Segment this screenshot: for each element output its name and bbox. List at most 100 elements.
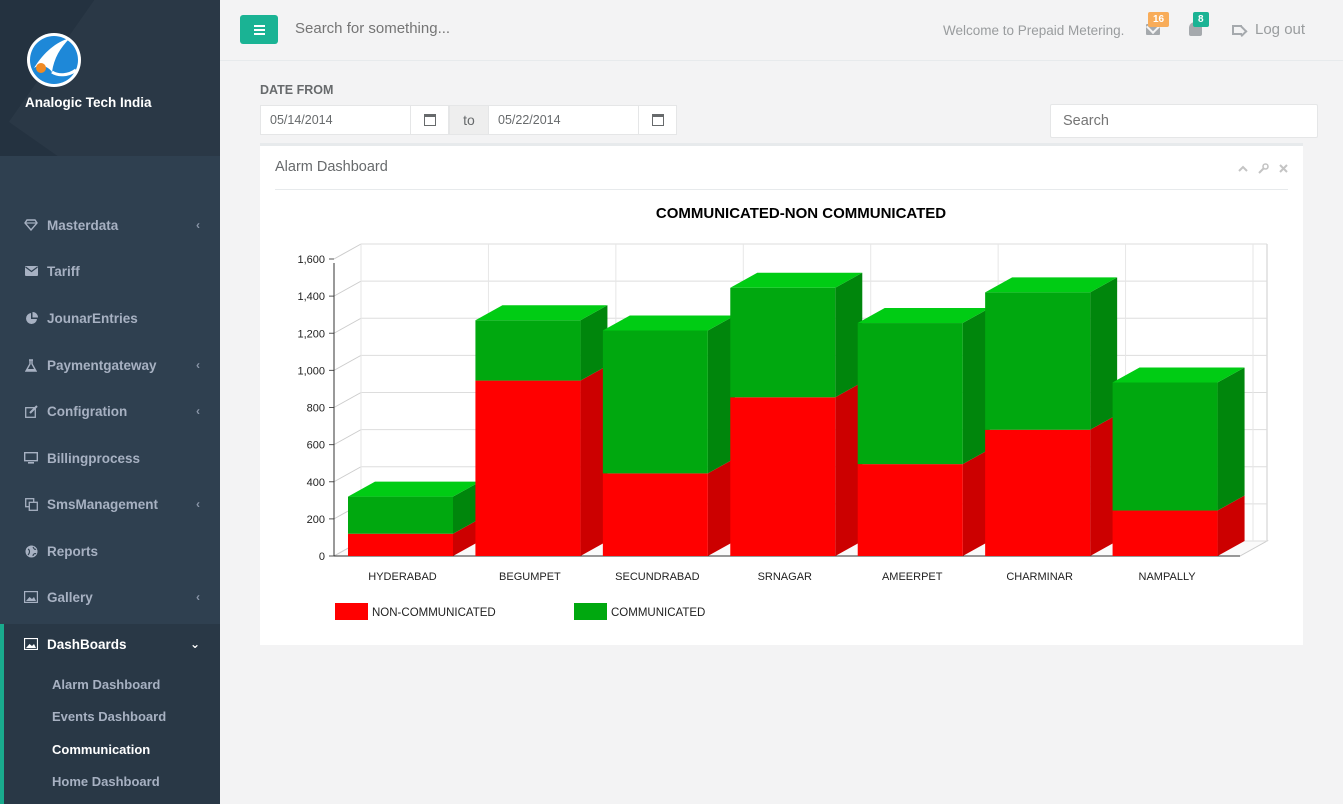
bar-non-communicated (348, 533, 453, 556)
x-tick-label: CHARMINAR (1006, 571, 1073, 583)
calendar-icon (423, 114, 436, 126)
bar-communicated (602, 330, 708, 474)
bar-non-communicated (985, 429, 1091, 556)
chevron-left-icon: ‹ (196, 590, 200, 604)
bar-non-communicated (475, 380, 581, 556)
sidebar-item-label: Billingprocess (47, 450, 141, 466)
sidebar-item-label: Tariff (47, 263, 80, 279)
chart-title: COMMUNICATED-NON COMMUNICATED (656, 205, 946, 222)
top-navbar: Welcome to Prepaid Metering. 16 8 Log ou… (220, 0, 1343, 61)
submenu-item-alarm-dashboard[interactable]: Alarm Dashboard (52, 677, 160, 692)
envelope-icon (24, 264, 38, 278)
gridline-side (333, 280, 362, 297)
y-tick-label: 200 (307, 514, 325, 526)
stacked-bar-chart: COMMUNICATED-NON COMMUNICATED 0 200 400 600 8… (297, 205, 1269, 620)
y-tick-label: 1,600 (297, 254, 325, 266)
y-tick-label: 1,400 (297, 291, 325, 303)
chevron-left-icon: ‹ (196, 218, 200, 232)
sidebar-item-label: Gallery (47, 589, 93, 605)
y-tick-label: 1,000 (297, 365, 325, 377)
sidebar-item-reports[interactable]: Reports (0, 531, 220, 571)
menu-toggle-button[interactable] (240, 15, 278, 44)
diamond-icon (24, 218, 38, 232)
gridline-side (333, 243, 362, 260)
top-search-input[interactable] (295, 20, 595, 37)
chevron-down-icon: ⌄ (189, 637, 200, 651)
bar-communicated (475, 320, 581, 381)
bar-communicated (985, 292, 1091, 430)
x-tick-label: SECUNDRABAD (615, 571, 699, 583)
x-tick-label: BEGUMPET (499, 571, 561, 583)
gridline-side (333, 317, 362, 334)
sidebar-item-masterdata[interactable]: Masterdata ‹ (0, 205, 220, 245)
bar-non-communicated (857, 464, 963, 556)
sign-out-icon[interactable] (1232, 25, 1242, 35)
calendar-icon (651, 114, 664, 126)
profile-header: Analogic Tech India (0, 0, 220, 156)
alert-count-badge: 8 (1193, 12, 1209, 27)
x-tick-label: AMEERPET (882, 571, 943, 583)
submenu-item-communication[interactable]: Communication (52, 742, 150, 757)
bar-side-communicated (1217, 367, 1245, 511)
x-tick-label: NAMPALLY (1139, 571, 1197, 583)
hamburger-icon (253, 28, 265, 31)
bar-non-communicated (1112, 510, 1218, 556)
bar-non-communicated (602, 473, 708, 556)
submenu-item-home-dashboard[interactable]: Home Dashboard (52, 774, 160, 789)
sidebar-item-paymentgateway[interactable]: Paymentgateway ‹ (0, 345, 220, 385)
date-to-calendar-button[interactable] (638, 105, 677, 135)
date-range-separator: to (449, 105, 489, 135)
picture-icon (24, 590, 38, 604)
picture-icon (24, 637, 38, 651)
legend-label: NON-COMMUNICATED (372, 607, 496, 619)
bar-communicated (857, 323, 963, 465)
legend-swatch (335, 603, 368, 620)
sidebar-item-jounarentries[interactable]: JounarEntries (0, 298, 220, 338)
date-from-input[interactable]: 05/14/2014 (260, 105, 411, 135)
y-tick-label: 0 (319, 551, 325, 563)
y-tick-label: 1,200 (297, 328, 325, 340)
welcome-message: Welcome to Prepaid Metering. (943, 23, 1125, 38)
sidebar-item-configration[interactable]: Configration ‹ (0, 391, 220, 431)
mail-count-badge: 16 (1148, 12, 1170, 27)
pie-chart-icon (24, 311, 38, 325)
chevron-left-icon: ‹ (196, 404, 200, 418)
bar-communicated (348, 496, 453, 534)
sidebar-item-label: DashBoards (47, 636, 127, 652)
chevron-left-icon: ‹ (196, 497, 200, 511)
chevron-left-icon: ‹ (196, 358, 200, 372)
gridline-side (333, 429, 362, 446)
globe-icon (24, 544, 38, 558)
sidebar-item-smsmanagement[interactable]: SmsManagement ‹ (0, 484, 220, 524)
x-tick-label: HYDERABAD (368, 571, 437, 583)
flask-icon (24, 358, 38, 372)
desktop-icon (24, 451, 38, 465)
logout-link[interactable]: Log out (1255, 21, 1305, 38)
sidebar-item-billingprocess[interactable]: Billingprocess (0, 438, 220, 478)
brand-name: Analogic Tech India (25, 95, 152, 110)
sidebar-item-label: SmsManagement (47, 496, 159, 512)
submenu-item-events-dashboard[interactable]: Events Dashboard (52, 709, 166, 724)
bar-communicated (1112, 382, 1218, 511)
date-from-calendar-button[interactable] (410, 105, 449, 135)
sidebar: Analogic Tech India Masterdata ‹ Tariff Jou… (0, 0, 220, 804)
sidebar-item-tariff[interactable]: Tariff (0, 251, 220, 291)
bar-non-communicated (730, 397, 836, 556)
sidebar-item-label: Paymentgateway (47, 357, 157, 373)
date-from-label: DATE FROM (260, 83, 334, 97)
edit-icon (24, 404, 38, 418)
date-to-input[interactable]: 05/22/2014 (488, 105, 639, 135)
legend-label: COMMUNICATED (611, 607, 705, 619)
gridline-side (333, 466, 362, 483)
gridline-side (333, 392, 362, 408)
gridline-side (333, 354, 362, 371)
y-tick-label: 400 (307, 477, 325, 489)
sidebar-item-dashboards[interactable]: DashBoards ⌄ (0, 624, 220, 664)
alarm-dashboard-panel: Alarm Dashboard COMMUNICATED-NON COMMUNI… (260, 143, 1303, 645)
bar-communicated (730, 287, 836, 398)
sidebar-item-gallery[interactable]: Gallery ‹ (0, 577, 220, 617)
table-search-input[interactable] (1050, 104, 1318, 138)
y-tick-label: 800 (307, 403, 325, 415)
x-tick-label: SRNAGAR (758, 571, 812, 583)
legend-swatch (574, 603, 607, 620)
